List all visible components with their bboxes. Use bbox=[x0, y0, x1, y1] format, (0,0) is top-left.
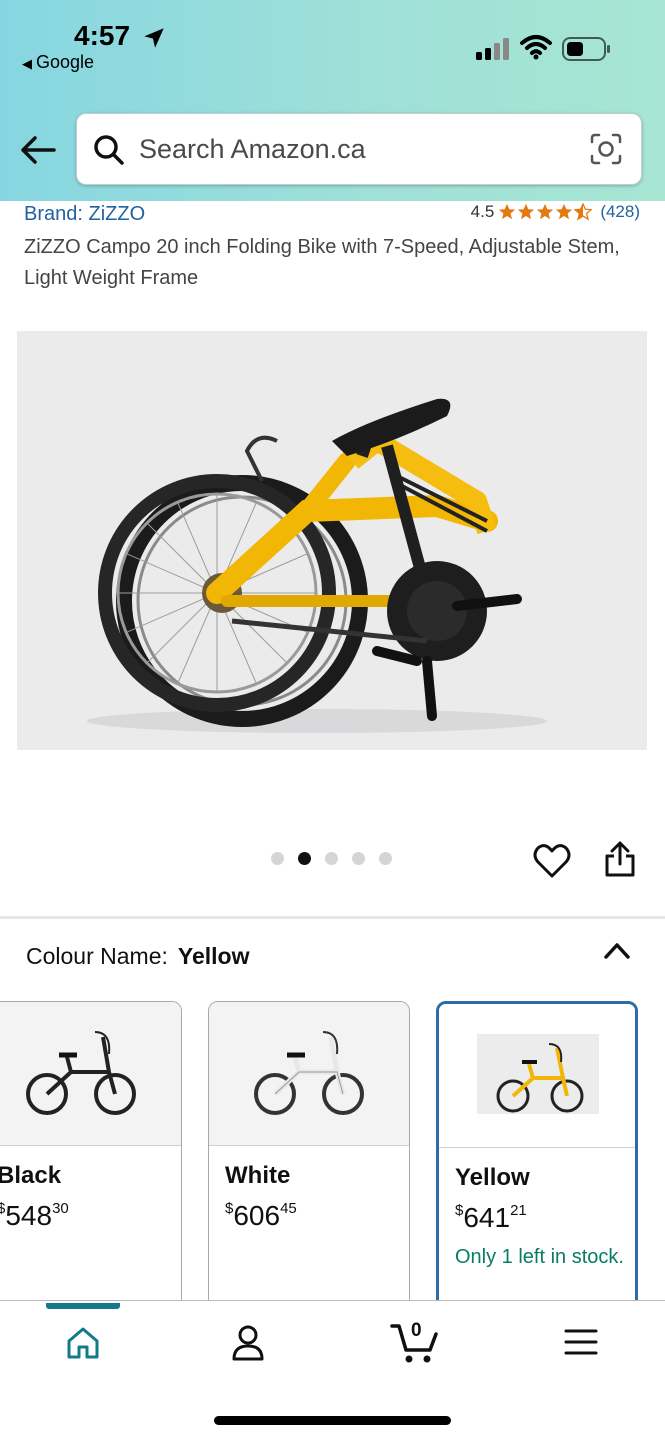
colour-option-name: Yellow bbox=[455, 1164, 530, 1191]
rating-summary[interactable]: 4.5 (428) bbox=[471, 202, 640, 222]
pagination-dot[interactable] bbox=[352, 852, 365, 865]
location-arrow-icon bbox=[144, 28, 164, 48]
chevron-up-icon[interactable] bbox=[602, 940, 632, 962]
product-title: ZiZZO Campo 20 inch Folding Bike with 7-… bbox=[24, 236, 620, 289]
back-triangle-icon: ◀ bbox=[22, 56, 32, 71]
colour-option-name: Black bbox=[0, 1162, 62, 1189]
image-pagination[interactable] bbox=[271, 852, 392, 865]
cellular-signal-icon bbox=[476, 38, 509, 60]
yellow-bike-thumbnail bbox=[477, 1034, 599, 1114]
colour-name-label: Colour Name: Yellow bbox=[26, 943, 249, 970]
pagination-dot-active[interactable] bbox=[298, 852, 311, 865]
colour-option-price: $64121 bbox=[455, 1202, 527, 1234]
colour-option-white[interactable]: White $60645 bbox=[208, 1001, 410, 1331]
star-half-icon bbox=[574, 203, 593, 221]
battery-icon bbox=[562, 37, 610, 61]
swatch-thumbnail bbox=[209, 1002, 409, 1146]
price-whole: 606 bbox=[233, 1200, 281, 1231]
wifi-icon bbox=[520, 35, 552, 60]
swatch-thumbnail bbox=[439, 1004, 635, 1148]
rating-count[interactable]: (428) bbox=[600, 202, 640, 222]
rating-value: 4.5 bbox=[470, 202, 495, 221]
selected-colour: Yellow bbox=[177, 943, 250, 969]
pagination-dot[interactable] bbox=[325, 852, 338, 865]
pagination-dot[interactable] bbox=[379, 852, 392, 865]
search-bar[interactable] bbox=[76, 113, 642, 185]
heart-icon[interactable] bbox=[533, 843, 571, 879]
section-divider bbox=[0, 916, 665, 919]
back-app-label: Google bbox=[36, 52, 95, 72]
brand-link[interactable]: Brand: ZiZZO bbox=[24, 203, 145, 226]
back-to-app[interactable]: ◀ Google bbox=[22, 52, 94, 73]
price-cents: 30 bbox=[52, 1200, 69, 1217]
menu-icon[interactable] bbox=[564, 1328, 598, 1356]
status-time: 4:57 bbox=[74, 20, 131, 51]
colour-option-name: White bbox=[225, 1162, 291, 1189]
colour-label-text: Colour Name: bbox=[26, 943, 168, 969]
home-icon[interactable] bbox=[66, 1326, 100, 1360]
share-icon[interactable] bbox=[603, 840, 637, 878]
stock-status: Only 1 left in stock. bbox=[455, 1246, 624, 1268]
product-image[interactable] bbox=[17, 331, 647, 750]
price-cents: 21 bbox=[510, 1202, 527, 1219]
black-bike-thumbnail bbox=[26, 1031, 136, 1115]
cart-count: 0 bbox=[411, 1320, 422, 1341]
price-whole: 548 bbox=[5, 1200, 53, 1231]
star-full-icon bbox=[556, 203, 573, 220]
price-cents: 45 bbox=[280, 1200, 297, 1217]
colour-option-yellow[interactable]: Yellow $64121 Only 1 left in stock. bbox=[436, 1001, 638, 1331]
folding-bike-illustration bbox=[87, 398, 547, 733]
search-icon bbox=[94, 135, 124, 165]
star-full-icon bbox=[499, 203, 516, 220]
back-arrow-icon[interactable] bbox=[20, 134, 56, 166]
price-whole: 641 bbox=[463, 1202, 511, 1233]
star-full-icon bbox=[537, 203, 554, 220]
colour-option-price: $54830 bbox=[0, 1200, 69, 1232]
home-indicator bbox=[214, 1416, 451, 1425]
header-bar: 4:57 ◀ Google bbox=[0, 0, 665, 201]
colour-option-black[interactable]: Black $54830 bbox=[0, 1001, 182, 1331]
white-bike-thumbnail bbox=[254, 1031, 364, 1115]
search-input[interactable] bbox=[139, 126, 579, 172]
star-full-icon bbox=[518, 203, 535, 220]
account-icon[interactable] bbox=[231, 1324, 265, 1362]
colour-option-price: $60645 bbox=[225, 1200, 297, 1232]
swatch-thumbnail bbox=[0, 1002, 181, 1146]
active-tab-indicator bbox=[46, 1303, 120, 1309]
camera-search-icon[interactable] bbox=[589, 132, 623, 166]
pagination-dot[interactable] bbox=[271, 852, 284, 865]
star-rating bbox=[498, 203, 593, 221]
